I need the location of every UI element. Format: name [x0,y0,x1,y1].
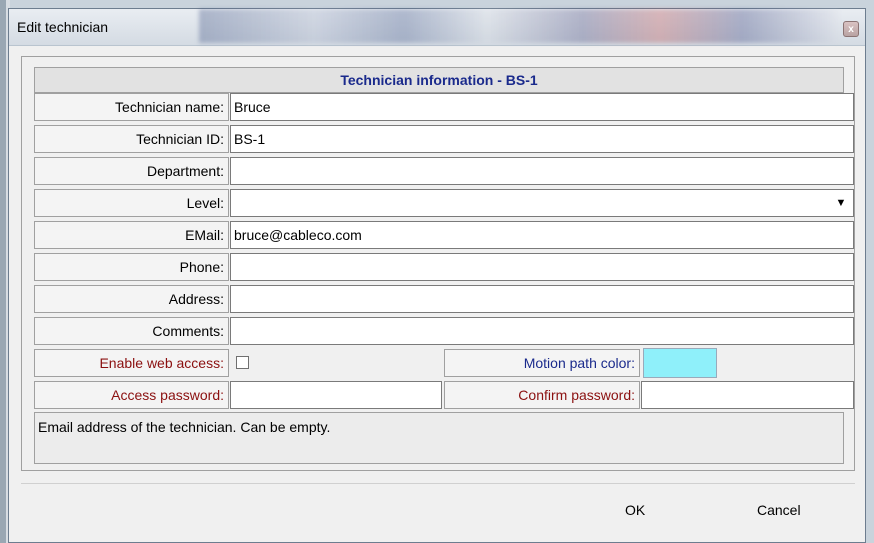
technician-id-input[interactable]: BS-1 [230,125,854,153]
email-input[interactable]: bruce@cableco.com [230,221,854,249]
confirm-password-label: Confirm password: [444,381,640,409]
enable-web-access-label: Enable web access: [34,349,229,377]
technician-id-label: Technician ID: [34,125,229,153]
technician-name-label: Technician name: [34,93,229,121]
level-select[interactable]: ▼ [230,189,854,217]
phone-label: Phone: [34,253,229,281]
form-panel: Technician information - BS-1 Technician… [21,56,855,471]
form-header: Technician information - BS-1 [34,67,844,93]
department-label: Department: [34,157,229,185]
ok-button[interactable]: OK [625,502,645,518]
title-bar[interactable]: Edit technician x [9,9,865,46]
confirm-password-input[interactable] [641,381,854,409]
technician-name-input[interactable]: Bruce [230,93,854,121]
enable-web-access-checkbox[interactable] [236,356,249,369]
address-input[interactable] [230,285,854,313]
button-bar: OK Cancel [21,483,855,542]
email-label: EMail: [34,221,229,249]
chevron-down-icon[interactable]: ▼ [831,193,851,213]
motion-path-color-swatch[interactable] [643,348,717,378]
cancel-button[interactable]: Cancel [757,502,801,518]
help-text: Email address of the technician. Can be … [34,412,844,464]
window-title: Edit technician [17,19,109,35]
titlebar-background-blur [199,9,839,43]
phone-input[interactable] [230,253,854,281]
access-password-label: Access password: [34,381,229,409]
edit-technician-dialog: Edit technician x Technician information… [8,8,866,543]
access-password-input[interactable] [230,381,442,409]
address-label: Address: [34,285,229,313]
department-input[interactable] [230,157,854,185]
level-label: Level: [34,189,229,217]
comments-label: Comments: [34,317,229,345]
motion-path-color-label: Motion path color: [444,349,640,377]
comments-input[interactable] [230,317,854,345]
close-icon[interactable]: x [843,21,859,37]
